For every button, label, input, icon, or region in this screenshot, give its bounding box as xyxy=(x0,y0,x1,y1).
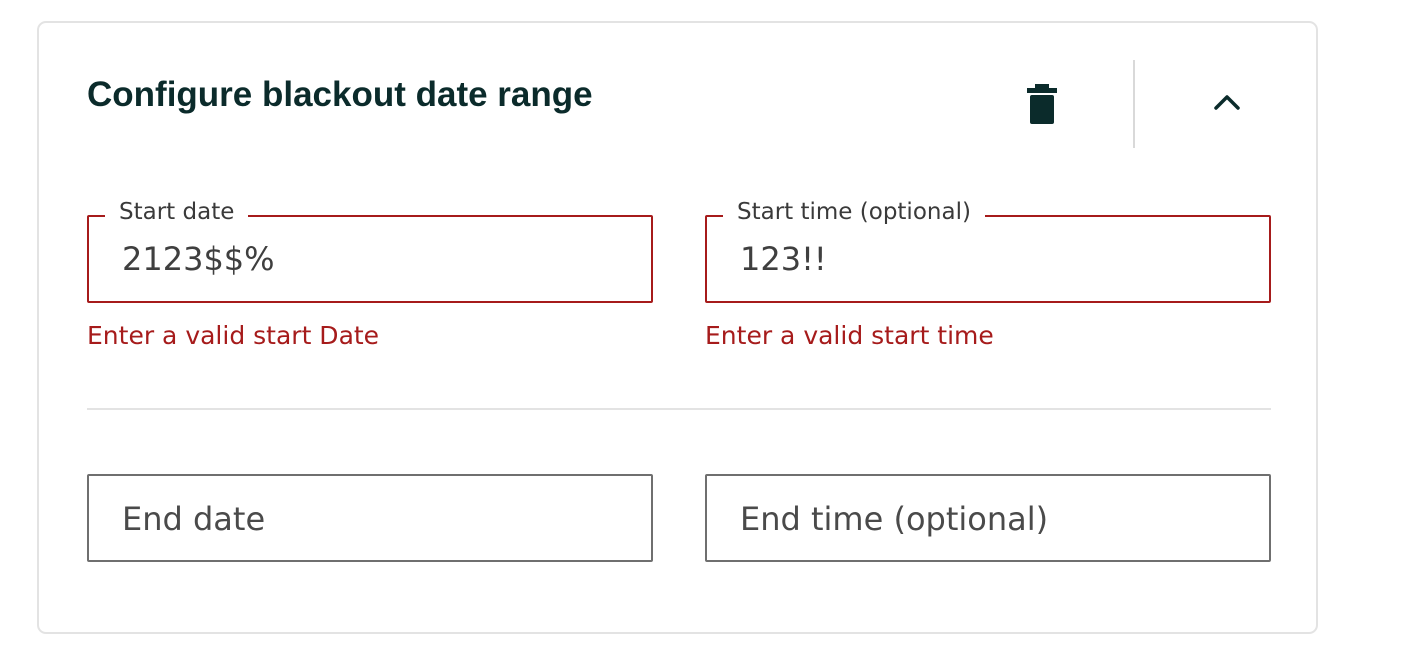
end-time-placeholder[interactable]: End time (optional) xyxy=(740,498,1048,540)
blackout-date-range-panel: Configure blackout date range Start date… xyxy=(37,21,1318,634)
start-date-field[interactable]: Start date 2123$$% xyxy=(87,197,653,303)
end-date-placeholder[interactable]: End date xyxy=(122,498,265,540)
section-divider xyxy=(87,408,1271,410)
start-time-value[interactable]: 123!! xyxy=(740,238,827,280)
end-time-field[interactable]: End time (optional) xyxy=(705,474,1271,562)
end-date-field[interactable]: End date xyxy=(87,474,653,562)
start-date-label: Start date xyxy=(105,197,249,227)
header-divider xyxy=(1133,60,1135,148)
delete-button[interactable] xyxy=(1014,78,1070,134)
start-time-field[interactable]: Start time (optional) 123!! xyxy=(705,197,1271,303)
trash-icon xyxy=(1026,84,1058,128)
chevron-up-icon xyxy=(1213,93,1241,115)
start-time-error: Enter a valid start time xyxy=(705,321,994,350)
start-date-value[interactable]: 2123$$% xyxy=(122,238,275,280)
collapse-button[interactable] xyxy=(1199,80,1255,128)
start-date-error: Enter a valid start Date xyxy=(87,321,380,350)
start-time-label: Start time (optional) xyxy=(723,197,985,227)
panel-title: Configure blackout date range xyxy=(87,75,593,114)
